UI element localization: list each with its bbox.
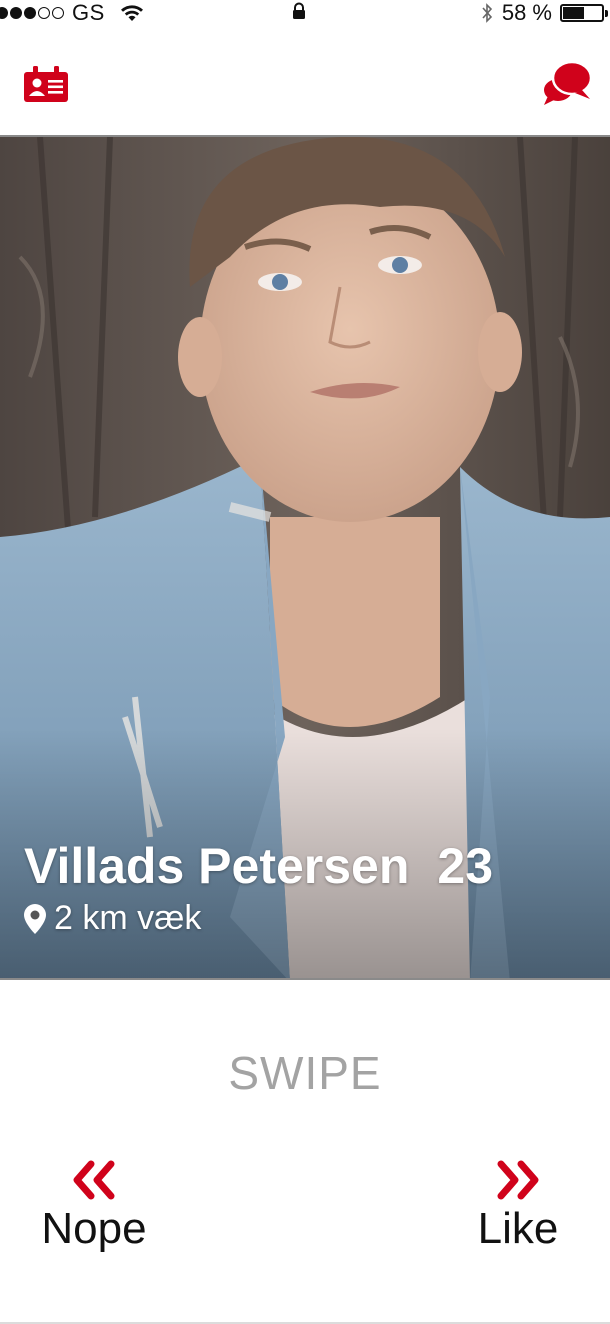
bluetooth-icon (482, 3, 492, 23)
double-chevron-left-icon (73, 1160, 115, 1200)
chat-bubbles-icon[interactable] (542, 58, 592, 106)
profile-name: Villads Petersen (24, 838, 410, 894)
status-left: GS (0, 0, 145, 26)
swipe-hint: SWIPE (228, 1047, 382, 1099)
status-right: 58 % (480, 0, 608, 26)
screen: GS 58 % Villads Petersen 23 2 km væk SWI… (0, 0, 610, 1324)
battery-percent: 58 % (501, 0, 552, 25)
profile-age: 23 (437, 838, 494, 894)
like-label: Like (477, 1204, 559, 1253)
battery-icon (560, 4, 608, 22)
profile-card[interactable]: Villads Petersen 23 2 km væk (0, 135, 610, 980)
carrier-name: GS (72, 0, 105, 25)
nope-button[interactable]: Nope (34, 1160, 154, 1254)
profile-distance: 2 km væk (54, 899, 202, 937)
status-bar: GS 58 % (0, 0, 610, 26)
profile-distance-row: 2 km væk (24, 899, 201, 938)
lock-icon (293, 2, 305, 19)
location-pin-icon (24, 903, 46, 934)
wifi-icon (120, 5, 143, 21)
double-chevron-right-icon (497, 1160, 539, 1200)
signal-strength-icon (0, 7, 64, 19)
nope-label: Nope (41, 1204, 147, 1253)
profile-card-icon[interactable] (24, 66, 68, 102)
like-button[interactable]: Like (470, 1160, 566, 1254)
battery-level (563, 7, 585, 19)
profile-name-row: Villads Petersen 23 (24, 837, 493, 895)
